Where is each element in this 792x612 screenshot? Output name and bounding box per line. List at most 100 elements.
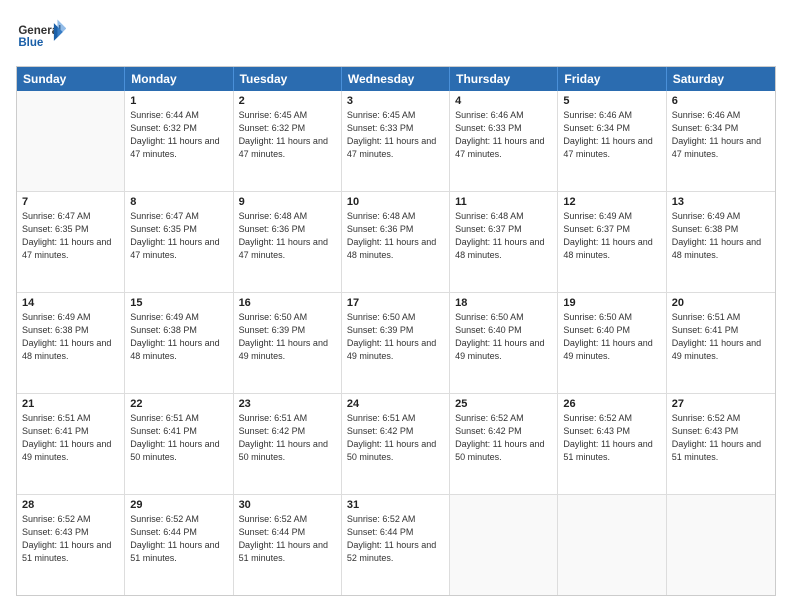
calendar-cell: 16 Sunrise: 6:50 AMSunset: 6:39 PMDayligh… xyxy=(234,293,342,393)
cell-info: Sunrise: 6:52 AMSunset: 6:43 PMDaylight:… xyxy=(22,513,119,565)
calendar: SundayMondayTuesdayWednesdayThursdayFrid… xyxy=(16,66,776,596)
calendar-week: 28 Sunrise: 6:52 AMSunset: 6:43 PMDayligh… xyxy=(17,495,775,595)
calendar-day-header: Wednesday xyxy=(342,67,450,91)
cell-info: Sunrise: 6:49 AMSunset: 6:38 PMDaylight:… xyxy=(130,311,227,363)
calendar-cell: 12 Sunrise: 6:49 AMSunset: 6:37 PMDayligh… xyxy=(558,192,666,292)
calendar-day-header: Sunday xyxy=(17,67,125,91)
calendar-week: 1Sunrise: 6:44 AMSunset: 6:32 PMDaylight… xyxy=(17,91,775,192)
calendar-cell: 7 Sunrise: 6:47 AMSunset: 6:35 PMDaylight… xyxy=(17,192,125,292)
cell-info: Sunrise: 6:52 AMSunset: 6:44 PMDaylight:… xyxy=(347,513,444,565)
cell-date-number: 21 xyxy=(22,398,119,410)
cell-date-number: 20 xyxy=(672,297,770,309)
cell-info: Sunrise: 6:47 AMSunset: 6:35 PMDaylight:… xyxy=(130,210,227,262)
calendar-cell: 6 Sunrise: 6:46 AMSunset: 6:34 PMDaylight… xyxy=(667,91,775,191)
cell-date-number: 23 xyxy=(239,398,336,410)
cell-date-number: 24 xyxy=(347,398,444,410)
calendar-week: 7 Sunrise: 6:47 AMSunset: 6:35 PMDaylight… xyxy=(17,192,775,293)
calendar-day-header: Tuesday xyxy=(234,67,342,91)
cell-date-number: 5 xyxy=(563,95,660,107)
calendar-cell: 1Sunrise: 6:44 AMSunset: 6:32 PMDaylight… xyxy=(125,91,233,191)
calendar-cell: 19 Sunrise: 6:50 AMSunset: 6:40 PMDayligh… xyxy=(558,293,666,393)
cell-info: Sunrise: 6:47 AMSunset: 6:35 PMDaylight:… xyxy=(22,210,119,262)
cell-info: Sunrise: 6:46 AMSunset: 6:34 PMDaylight:… xyxy=(672,109,770,161)
cell-date-number: 22 xyxy=(130,398,227,410)
calendar-header: SundayMondayTuesdayWednesdayThursdayFrid… xyxy=(17,67,775,91)
cell-date-number: 8 xyxy=(130,196,227,208)
cell-info: Sunrise: 6:44 AMSunset: 6:32 PMDaylight:… xyxy=(130,109,227,161)
cell-info: Sunrise: 6:48 AMSunset: 6:36 PMDaylight:… xyxy=(347,210,444,262)
logo-icon: General Blue xyxy=(16,16,66,56)
svg-text:Blue: Blue xyxy=(18,37,44,49)
cell-date-number: 9 xyxy=(239,196,336,208)
calendar-cell xyxy=(17,91,125,191)
header: General Blue xyxy=(16,16,776,56)
cell-info: Sunrise: 6:51 AMSunset: 6:41 PMDaylight:… xyxy=(130,412,227,464)
cell-date-number: 29 xyxy=(130,499,227,511)
cell-info: Sunrise: 6:51 AMSunset: 6:42 PMDaylight:… xyxy=(347,412,444,464)
cell-info: Sunrise: 6:50 AMSunset: 6:40 PMDaylight:… xyxy=(563,311,660,363)
cell-date-number: 2 xyxy=(239,95,336,107)
calendar-cell: 27 Sunrise: 6:52 AMSunset: 6:43 PMDayligh… xyxy=(667,394,775,494)
cell-date-number: 19 xyxy=(563,297,660,309)
cell-date-number: 28 xyxy=(22,499,119,511)
page: General Blue SundayMondayTuesdayWednesda… xyxy=(0,0,792,612)
cell-date-number: 27 xyxy=(672,398,770,410)
calendar-day-header: Monday xyxy=(125,67,233,91)
calendar-cell: 5 Sunrise: 6:46 AMSunset: 6:34 PMDaylight… xyxy=(558,91,666,191)
calendar-cell: 25Sunrise: 6:52 AMSunset: 6:42 PMDayligh… xyxy=(450,394,558,494)
cell-info: Sunrise: 6:52 AMSunset: 6:42 PMDaylight:… xyxy=(455,412,552,464)
cell-info: Sunrise: 6:52 AMSunset: 6:43 PMDaylight:… xyxy=(563,412,660,464)
calendar-cell: 24 Sunrise: 6:51 AMSunset: 6:42 PMDayligh… xyxy=(342,394,450,494)
cell-info: Sunrise: 6:51 AMSunset: 6:41 PMDaylight:… xyxy=(672,311,770,363)
cell-info: Sunrise: 6:46 AMSunset: 6:33 PMDaylight:… xyxy=(455,109,552,161)
calendar-cell: 8 Sunrise: 6:47 AMSunset: 6:35 PMDaylight… xyxy=(125,192,233,292)
calendar-cell: 26 Sunrise: 6:52 AMSunset: 6:43 PMDayligh… xyxy=(558,394,666,494)
cell-info: Sunrise: 6:46 AMSunset: 6:34 PMDaylight:… xyxy=(563,109,660,161)
calendar-cell: 15 Sunrise: 6:49 AMSunset: 6:38 PMDayligh… xyxy=(125,293,233,393)
cell-info: Sunrise: 6:51 AMSunset: 6:42 PMDaylight:… xyxy=(239,412,336,464)
calendar-cell: 30Sunrise: 6:52 AMSunset: 6:44 PMDayligh… xyxy=(234,495,342,595)
cell-info: Sunrise: 6:48 AMSunset: 6:37 PMDaylight:… xyxy=(455,210,552,262)
cell-date-number: 15 xyxy=(130,297,227,309)
cell-date-number: 12 xyxy=(563,196,660,208)
calendar-cell: 31 Sunrise: 6:52 AMSunset: 6:44 PMDayligh… xyxy=(342,495,450,595)
cell-info: Sunrise: 6:51 AMSunset: 6:41 PMDaylight:… xyxy=(22,412,119,464)
calendar-cell: 2Sunrise: 6:45 AMSunset: 6:32 PMDaylight… xyxy=(234,91,342,191)
cell-date-number: 10 xyxy=(347,196,444,208)
calendar-cell: 17Sunrise: 6:50 AMSunset: 6:39 PMDayligh… xyxy=(342,293,450,393)
calendar-cell: 20 Sunrise: 6:51 AMSunset: 6:41 PMDayligh… xyxy=(667,293,775,393)
cell-date-number: 6 xyxy=(672,95,770,107)
calendar-cell xyxy=(667,495,775,595)
calendar-day-header: Thursday xyxy=(450,67,558,91)
calendar-cell: 11Sunrise: 6:48 AMSunset: 6:37 PMDayligh… xyxy=(450,192,558,292)
calendar-day-header: Saturday xyxy=(667,67,775,91)
cell-date-number: 13 xyxy=(672,196,770,208)
calendar-cell: 21 Sunrise: 6:51 AMSunset: 6:41 PMDayligh… xyxy=(17,394,125,494)
calendar-body: 1Sunrise: 6:44 AMSunset: 6:32 PMDaylight… xyxy=(17,91,775,595)
cell-date-number: 7 xyxy=(22,196,119,208)
cell-info: Sunrise: 6:45 AMSunset: 6:33 PMDaylight:… xyxy=(347,109,444,161)
cell-date-number: 18 xyxy=(455,297,552,309)
calendar-cell: 13Sunrise: 6:49 AMSunset: 6:38 PMDayligh… xyxy=(667,192,775,292)
calendar-cell: 9 Sunrise: 6:48 AMSunset: 6:36 PMDaylight… xyxy=(234,192,342,292)
logo: General Blue xyxy=(16,16,66,56)
cell-date-number: 26 xyxy=(563,398,660,410)
cell-date-number: 3 xyxy=(347,95,444,107)
calendar-cell: 29Sunrise: 6:52 AMSunset: 6:44 PMDayligh… xyxy=(125,495,233,595)
cell-date-number: 16 xyxy=(239,297,336,309)
calendar-cell: 23 Sunrise: 6:51 AMSunset: 6:42 PMDayligh… xyxy=(234,394,342,494)
cell-info: Sunrise: 6:48 AMSunset: 6:36 PMDaylight:… xyxy=(239,210,336,262)
cell-date-number: 14 xyxy=(22,297,119,309)
calendar-cell xyxy=(450,495,558,595)
cell-info: Sunrise: 6:50 AMSunset: 6:39 PMDaylight:… xyxy=(347,311,444,363)
cell-date-number: 4 xyxy=(455,95,552,107)
cell-info: Sunrise: 6:52 AMSunset: 6:43 PMDaylight:… xyxy=(672,412,770,464)
cell-info: Sunrise: 6:49 AMSunset: 6:37 PMDaylight:… xyxy=(563,210,660,262)
cell-date-number: 31 xyxy=(347,499,444,511)
calendar-cell: 28 Sunrise: 6:52 AMSunset: 6:43 PMDayligh… xyxy=(17,495,125,595)
cell-info: Sunrise: 6:50 AMSunset: 6:39 PMDaylight:… xyxy=(239,311,336,363)
calendar-cell: 22 Sunrise: 6:51 AMSunset: 6:41 PMDayligh… xyxy=(125,394,233,494)
calendar-cell: 4 Sunrise: 6:46 AMSunset: 6:33 PMDaylight… xyxy=(450,91,558,191)
calendar-cell: 14Sunrise: 6:49 AMSunset: 6:38 PMDayligh… xyxy=(17,293,125,393)
calendar-day-header: Friday xyxy=(558,67,666,91)
